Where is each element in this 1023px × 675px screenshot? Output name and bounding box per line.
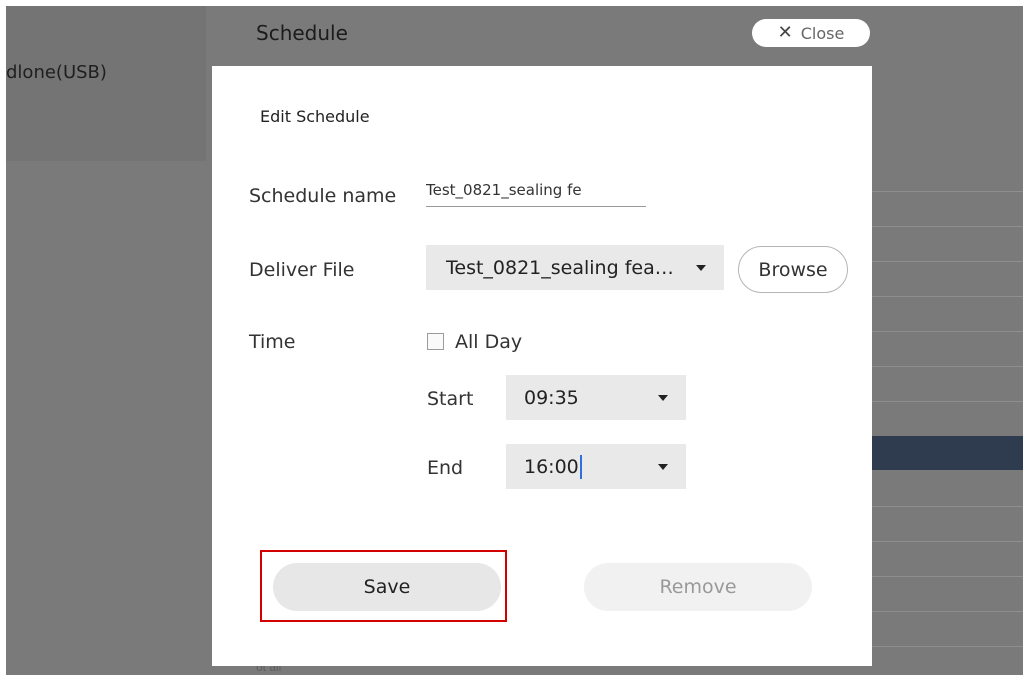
schedule-name-label: Schedule name [249,185,397,207]
divider [872,366,1023,367]
end-time-select[interactable]: 16:00 [506,444,686,489]
time-label: Time [249,331,296,353]
divider [872,506,1023,507]
divider [872,296,1023,297]
divider [872,226,1023,227]
chevron-down-icon [658,463,668,470]
schedule-name-input[interactable] [426,174,646,207]
deliver-file-select[interactable]: Test_0821_sealing fea… [426,245,724,290]
page-title: Schedule [256,21,348,45]
divider [872,191,1023,192]
close-button[interactable]: ✕ Close [752,19,870,47]
deliver-file-label: Deliver File [249,259,355,281]
start-label: Start [427,388,474,410]
end-label: End [427,457,464,479]
close-label: Close [800,23,845,43]
close-icon: ✕ [777,22,793,43]
start-time-value: 09:35 [524,386,579,409]
chevron-down-icon [658,394,668,401]
end-time-value: 16:00 [524,455,579,478]
dialog-title: Edit Schedule [260,107,370,126]
save-button[interactable]: Save [273,563,501,611]
chevron-down-icon [696,264,706,271]
divider [872,611,1023,612]
device-label: dlone(USB) [6,62,107,83]
divider [872,261,1023,262]
divider [872,646,1023,647]
all-day-label[interactable]: All Day [455,331,522,353]
browse-button[interactable]: Browse [738,246,848,293]
deliver-file-value: Test_0821_sealing fea… [446,256,674,279]
divider [872,331,1023,332]
start-time-select[interactable]: 09:35 [506,375,686,420]
divider [872,576,1023,577]
selected-row [872,436,1023,470]
remove-button[interactable]: Remove [584,563,812,611]
all-day-checkbox[interactable] [427,333,444,350]
edit-schedule-dialog: Edit Schedule Schedule name Deliver File… [212,66,872,666]
text-cursor [579,454,582,479]
divider [872,401,1023,402]
device-panel: dlone(USB) [6,6,206,161]
divider [872,541,1023,542]
